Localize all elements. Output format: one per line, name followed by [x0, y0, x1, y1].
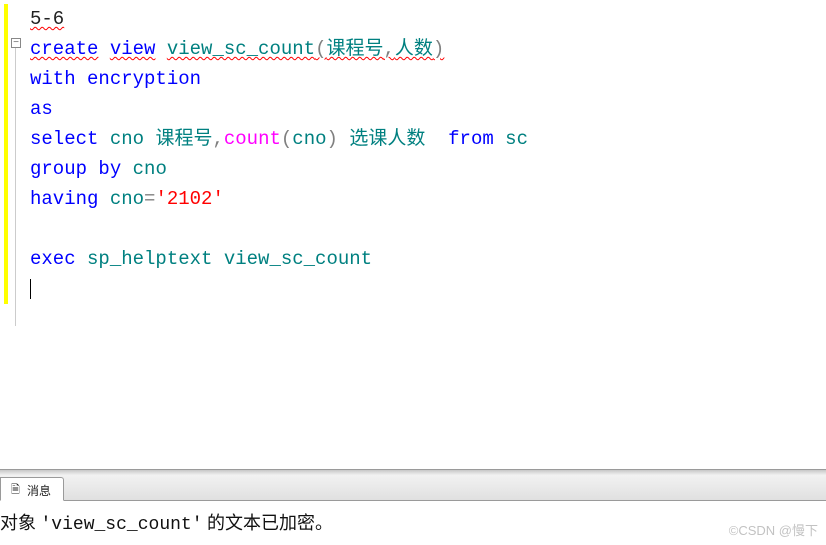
kw-having: having: [30, 188, 98, 210]
col-cno: cno: [110, 128, 144, 150]
kw-view: view: [110, 38, 156, 60]
comma: ,: [384, 38, 395, 60]
alias-course: 课程号: [155, 128, 212, 150]
procname: sp_helptext: [87, 248, 212, 270]
code-line-1[interactable]: 5-6: [24, 4, 826, 34]
msg-object: 'view_sc_count': [41, 515, 203, 535]
code-line-4[interactable]: as: [24, 94, 826, 124]
code-editor[interactable]: − 5-6 create view view_sc_count(课程号,人数) …: [0, 0, 826, 304]
func-count: count: [224, 128, 281, 150]
text-cursor: [30, 279, 31, 299]
code-line-2[interactable]: create view view_sc_count(课程号,人数): [24, 34, 826, 64]
results-tabstrip: 🗎 消息: [0, 475, 826, 501]
code-line-7[interactable]: having cno='2102': [24, 184, 826, 214]
kw-exec: exec: [30, 248, 76, 270]
tab-messages[interactable]: 🗎 消息: [0, 477, 64, 501]
kw-by: by: [98, 158, 121, 180]
code-line-8[interactable]: [24, 214, 826, 244]
fold-toggle-icon[interactable]: −: [11, 38, 21, 48]
msg-prefix: 对象: [0, 513, 41, 533]
col-2: 人数: [395, 38, 433, 60]
kw-create: create: [30, 38, 98, 60]
groupby-col: cno: [133, 158, 167, 180]
rparen: ): [327, 128, 338, 150]
fold-guideline: [15, 48, 16, 326]
lparen: (: [315, 38, 326, 60]
view-name: view_sc_count: [167, 38, 315, 60]
comma: ,: [212, 128, 223, 150]
kw-as: as: [30, 98, 53, 120]
alias-count: 选课人数: [349, 128, 425, 150]
kw-with: with: [30, 68, 76, 90]
code-line-10[interactable]: [24, 274, 826, 304]
comment-text: 5-6: [30, 8, 64, 30]
count-arg: cno: [292, 128, 326, 150]
modified-gutter: [4, 4, 8, 304]
tab-label: 消息: [27, 482, 51, 499]
results-panel: 🗎 消息 对象 'view_sc_count' 的文本已加密。: [0, 469, 826, 545]
kw-from: from: [448, 128, 494, 150]
rparen: ): [433, 38, 444, 60]
exec-arg: view_sc_count: [224, 248, 372, 270]
code-line-5[interactable]: select cno 课程号,count(cno) 选课人数 from sc: [24, 124, 826, 154]
code-line-6[interactable]: group by cno: [24, 154, 826, 184]
kw-select: select: [30, 128, 98, 150]
lparen: (: [281, 128, 292, 150]
messages-output[interactable]: 对象 'view_sc_count' 的文本已加密。: [0, 501, 826, 545]
table-sc: sc: [505, 128, 528, 150]
string-literal: '2102': [155, 188, 223, 210]
code-line-3[interactable]: with encryption: [24, 64, 826, 94]
kw-encryption: encryption: [87, 68, 201, 90]
messages-icon: 🗎: [11, 484, 23, 496]
kw-group: group: [30, 158, 87, 180]
col-1: 课程号: [326, 38, 383, 60]
msg-suffix: 的文本已加密。: [203, 513, 334, 533]
having-col: cno: [110, 188, 144, 210]
eq: =: [144, 188, 155, 210]
code-line-9[interactable]: exec sp_helptext view_sc_count: [24, 244, 826, 274]
